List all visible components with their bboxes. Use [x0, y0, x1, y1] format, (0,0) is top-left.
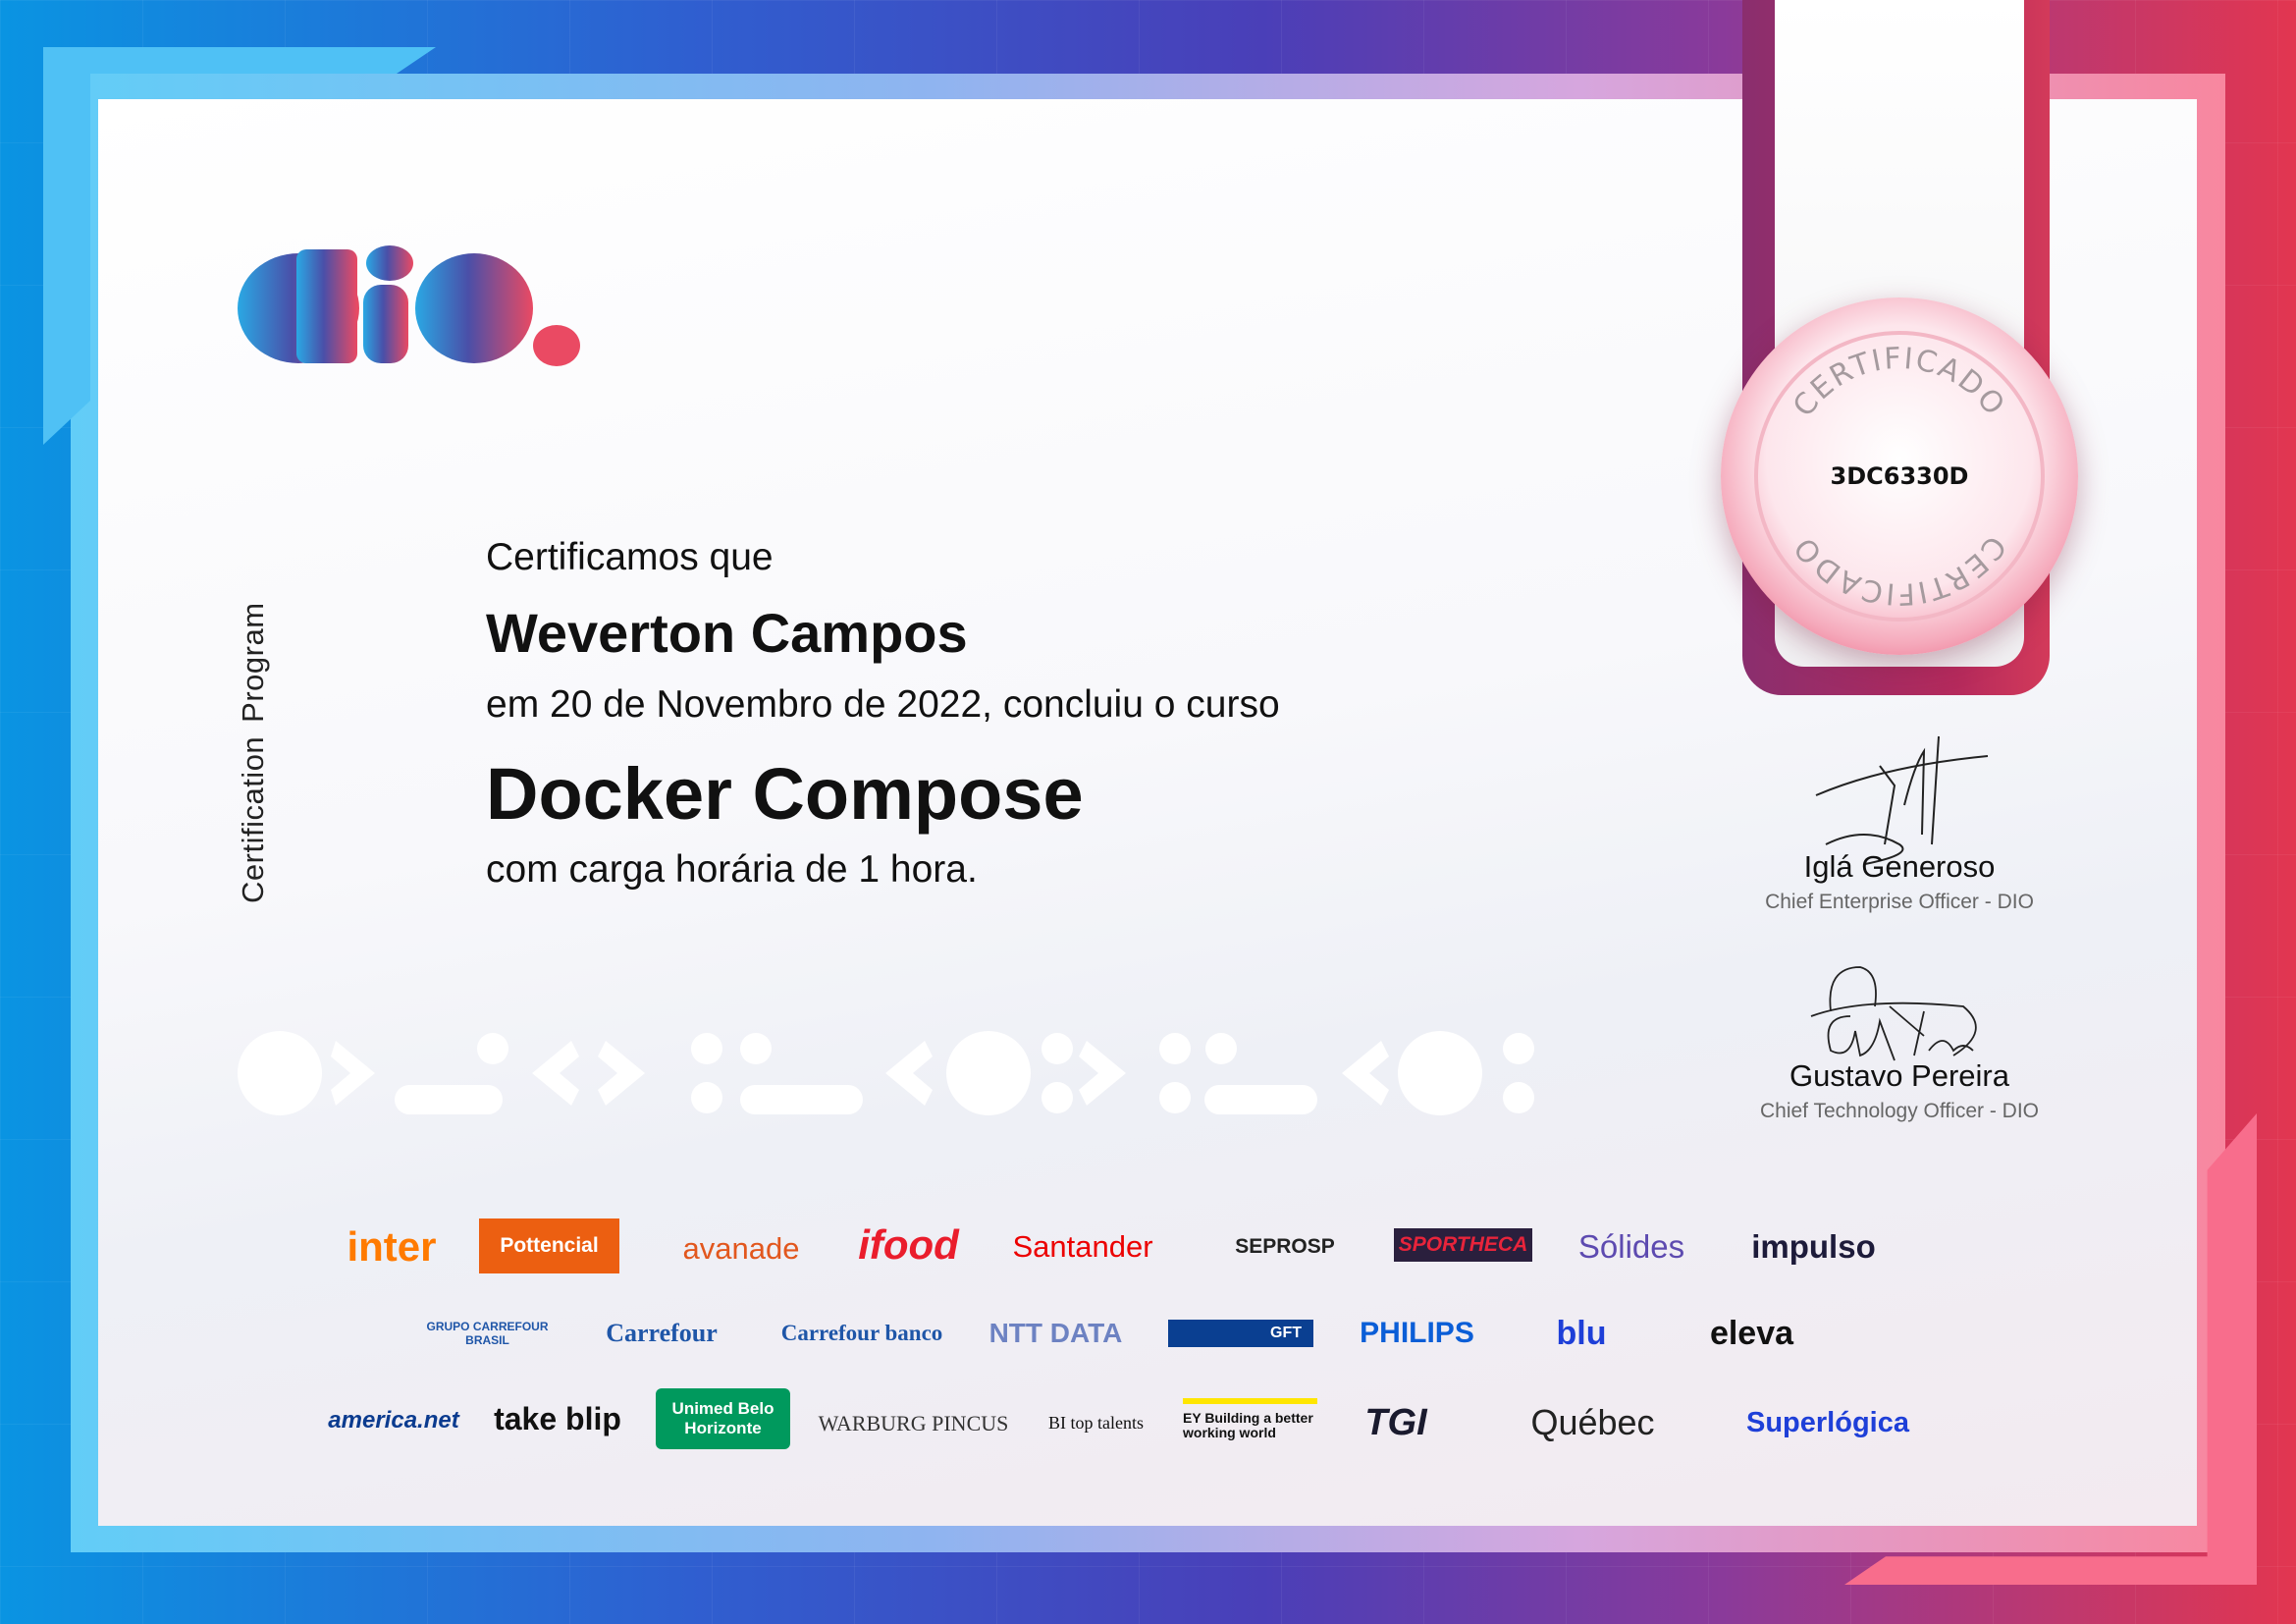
dio-logo: [238, 245, 580, 366]
seal-ring-text-bottom: CERTIFICADO: [1787, 529, 2012, 611]
decorative-symbol-pattern: [238, 1031, 1534, 1115]
completion-text: em 20 de Novembro de 2022, concluiu o cu…: [486, 683, 1280, 726]
seal-ring-text-top: CERTIFICADO: [1787, 342, 2010, 423]
partner-logo-pottencial: Pottencial: [479, 1218, 619, 1273]
partner-logo-sportheca: SPORTHECA: [1394, 1228, 1532, 1262]
intro-text: Certificamos que: [486, 536, 774, 578]
signature-gustavo: [1810, 966, 1977, 1061]
signatory-role: Chief Technology Officer - DIO: [1759, 1100, 2039, 1122]
partner-logo-carrefour-banco: Carrefour banco: [780, 1321, 943, 1345]
partner-logo-eleva: eleva: [1709, 1314, 1794, 1352]
signatory-name: Iglá Generoso: [1803, 849, 1996, 884]
partner-logo-gft: GFT: [1168, 1320, 1313, 1347]
side-label-part1: Certification: [236, 735, 270, 903]
partner-logo-quebec: Québec: [1530, 1402, 1655, 1442]
partner-logo-take-blip: take blip: [494, 1400, 621, 1436]
signatory-role: Chief Enterprise Officer - DIO: [1765, 891, 2034, 913]
certificate-seal: CERTIFICADO CERTIFICADO 3DC6330D: [1721, 298, 2078, 655]
signatory-2: Gustavo Pereira Chief Technology Officer…: [1693, 1058, 2106, 1123]
partner-logo-santander: Santander: [1012, 1229, 1153, 1264]
certificate-code: 3DC6330D: [1830, 462, 1969, 490]
student-name: Weverton Campos: [486, 602, 968, 664]
partner-logo-inter: inter: [347, 1223, 437, 1270]
svg-text:CERTIFICADO: CERTIFICADO: [1787, 342, 2012, 423]
partner-logo-impulso: impulso: [1751, 1228, 1876, 1265]
signatory-1: Iglá Generoso Chief Enterprise Officer -…: [1693, 849, 2106, 914]
partner-logo-tgi: TGI: [1364, 1401, 1427, 1443]
side-label-part2: Program: [236, 602, 270, 723]
course-title: Docker Compose: [486, 753, 1084, 835]
signatory-name: Gustavo Pereira: [1789, 1058, 2009, 1093]
partner-logo-warburg-pincus: WARBURG PINCUS: [818, 1411, 1009, 1435]
partner-logo-philips: PHILIPS: [1360, 1317, 1474, 1349]
partner-logo-ey: EY Building a better working world: [1183, 1398, 1317, 1447]
partner-logo-carrefour: Carrefour: [606, 1319, 718, 1347]
partner-logo-grupo-carrefour: GRUPO CARREFOUR BRASIL: [426, 1320, 549, 1347]
partner-logo-solides: Sólides: [1577, 1228, 1685, 1265]
partner-logo-ifood: ifood: [858, 1221, 959, 1268]
partner-logo-seprosp: SEPROSP: [1235, 1235, 1335, 1258]
workload-text: com carga horária de 1 hora.: [486, 848, 978, 891]
partner-logo-unimed: Unimed Belo Horizonte: [656, 1388, 790, 1449]
certification-program-label: Certification Program: [236, 602, 271, 903]
partner-logo-blu: blu: [1556, 1314, 1607, 1352]
partner-logo-ntt-data: NTT DATA: [988, 1318, 1123, 1348]
svg-text:CERTIFICADO: CERTIFICADO: [1787, 529, 2012, 611]
partner-logo-america-net: america.net: [328, 1407, 459, 1434]
partner-logo-bi-top-talents: BI top talents: [1048, 1413, 1144, 1433]
partner-logo-superlogica: Superlógica: [1746, 1406, 1909, 1438]
partner-logo-avanade: avanade: [682, 1231, 800, 1266]
